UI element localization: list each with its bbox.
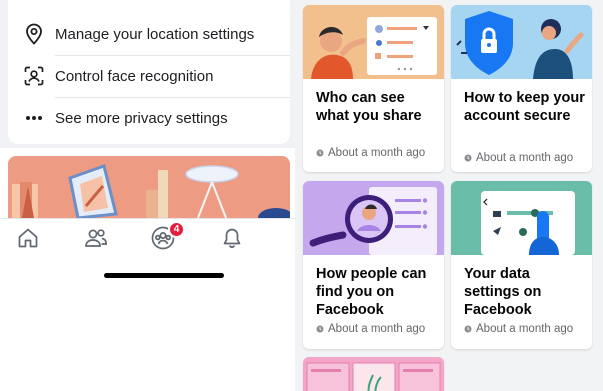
topic-timestamp: About a month ago: [328, 147, 426, 159]
menu-item-label: Control face recognition: [55, 67, 214, 85]
bell-icon[interactable]: [219, 225, 245, 251]
topic-card-account-secure[interactable]: How to keep your account secure About a …: [451, 5, 592, 172]
menu-item-location-settings[interactable]: Manage your location settings: [8, 13, 290, 55]
clock-icon: [316, 325, 324, 333]
banner-illustration[interactable]: [8, 156, 290, 218]
privacy-settings-card: Manage your location settings Control fa…: [8, 0, 290, 144]
topic-title: How people can find you on Facebook: [316, 266, 427, 318]
topic-timestamp: About a month ago: [476, 152, 574, 164]
clock-icon: [464, 154, 472, 162]
clock-icon: [316, 149, 324, 157]
location-pin-icon: [22, 22, 46, 46]
topic-title: Who can see what you share: [316, 90, 422, 124]
clock-icon: [464, 325, 472, 333]
menu-item-more-privacy-settings[interactable]: See more privacy settings: [8, 97, 290, 139]
menu-item-face-recognition[interactable]: Control face recognition: [8, 55, 290, 97]
topic-meta: About a month ago: [464, 152, 573, 164]
card-illustration: [303, 357, 444, 391]
topic-timestamp: About a month ago: [328, 323, 426, 335]
card-illustration: [451, 181, 592, 255]
bottom-navigation-bar: [0, 218, 295, 256]
topic-timestamp: About a month ago: [476, 323, 574, 335]
card-illustration: [303, 5, 444, 79]
topic-meta: About a month ago: [316, 323, 425, 335]
topic-title: Your data settings on Facebook: [464, 266, 542, 318]
face-scan-icon: [22, 64, 46, 88]
home-indicator[interactable]: [104, 273, 224, 278]
notification-badge: 4: [168, 221, 185, 238]
topic-meta: About a month ago: [316, 147, 425, 159]
friends-icon[interactable]: [83, 225, 109, 251]
card-illustration: [451, 5, 592, 79]
more-dots-icon: [22, 106, 46, 130]
menu-item-label: See more privacy settings: [55, 109, 228, 127]
topic-meta: About a month ago: [464, 323, 573, 335]
topic-card-partial[interactable]: [303, 357, 444, 391]
right-phone-screen: Who can see what you share About a month…: [295, 0, 603, 391]
left-phone-screen: Manage your location settings Control fa…: [0, 0, 295, 391]
topic-card-data-settings[interactable]: Your data settings on Facebook About a m…: [451, 181, 592, 349]
topic-title: How to keep your account secure: [464, 90, 585, 124]
home-icon[interactable]: [15, 225, 41, 251]
topic-card-find-you[interactable]: How people can find you on Facebook Abou…: [303, 181, 444, 349]
card-illustration: [303, 181, 444, 255]
menu-item-label: Manage your location settings: [55, 25, 255, 43]
topic-card-who-can-see[interactable]: Who can see what you share About a month…: [303, 5, 444, 172]
